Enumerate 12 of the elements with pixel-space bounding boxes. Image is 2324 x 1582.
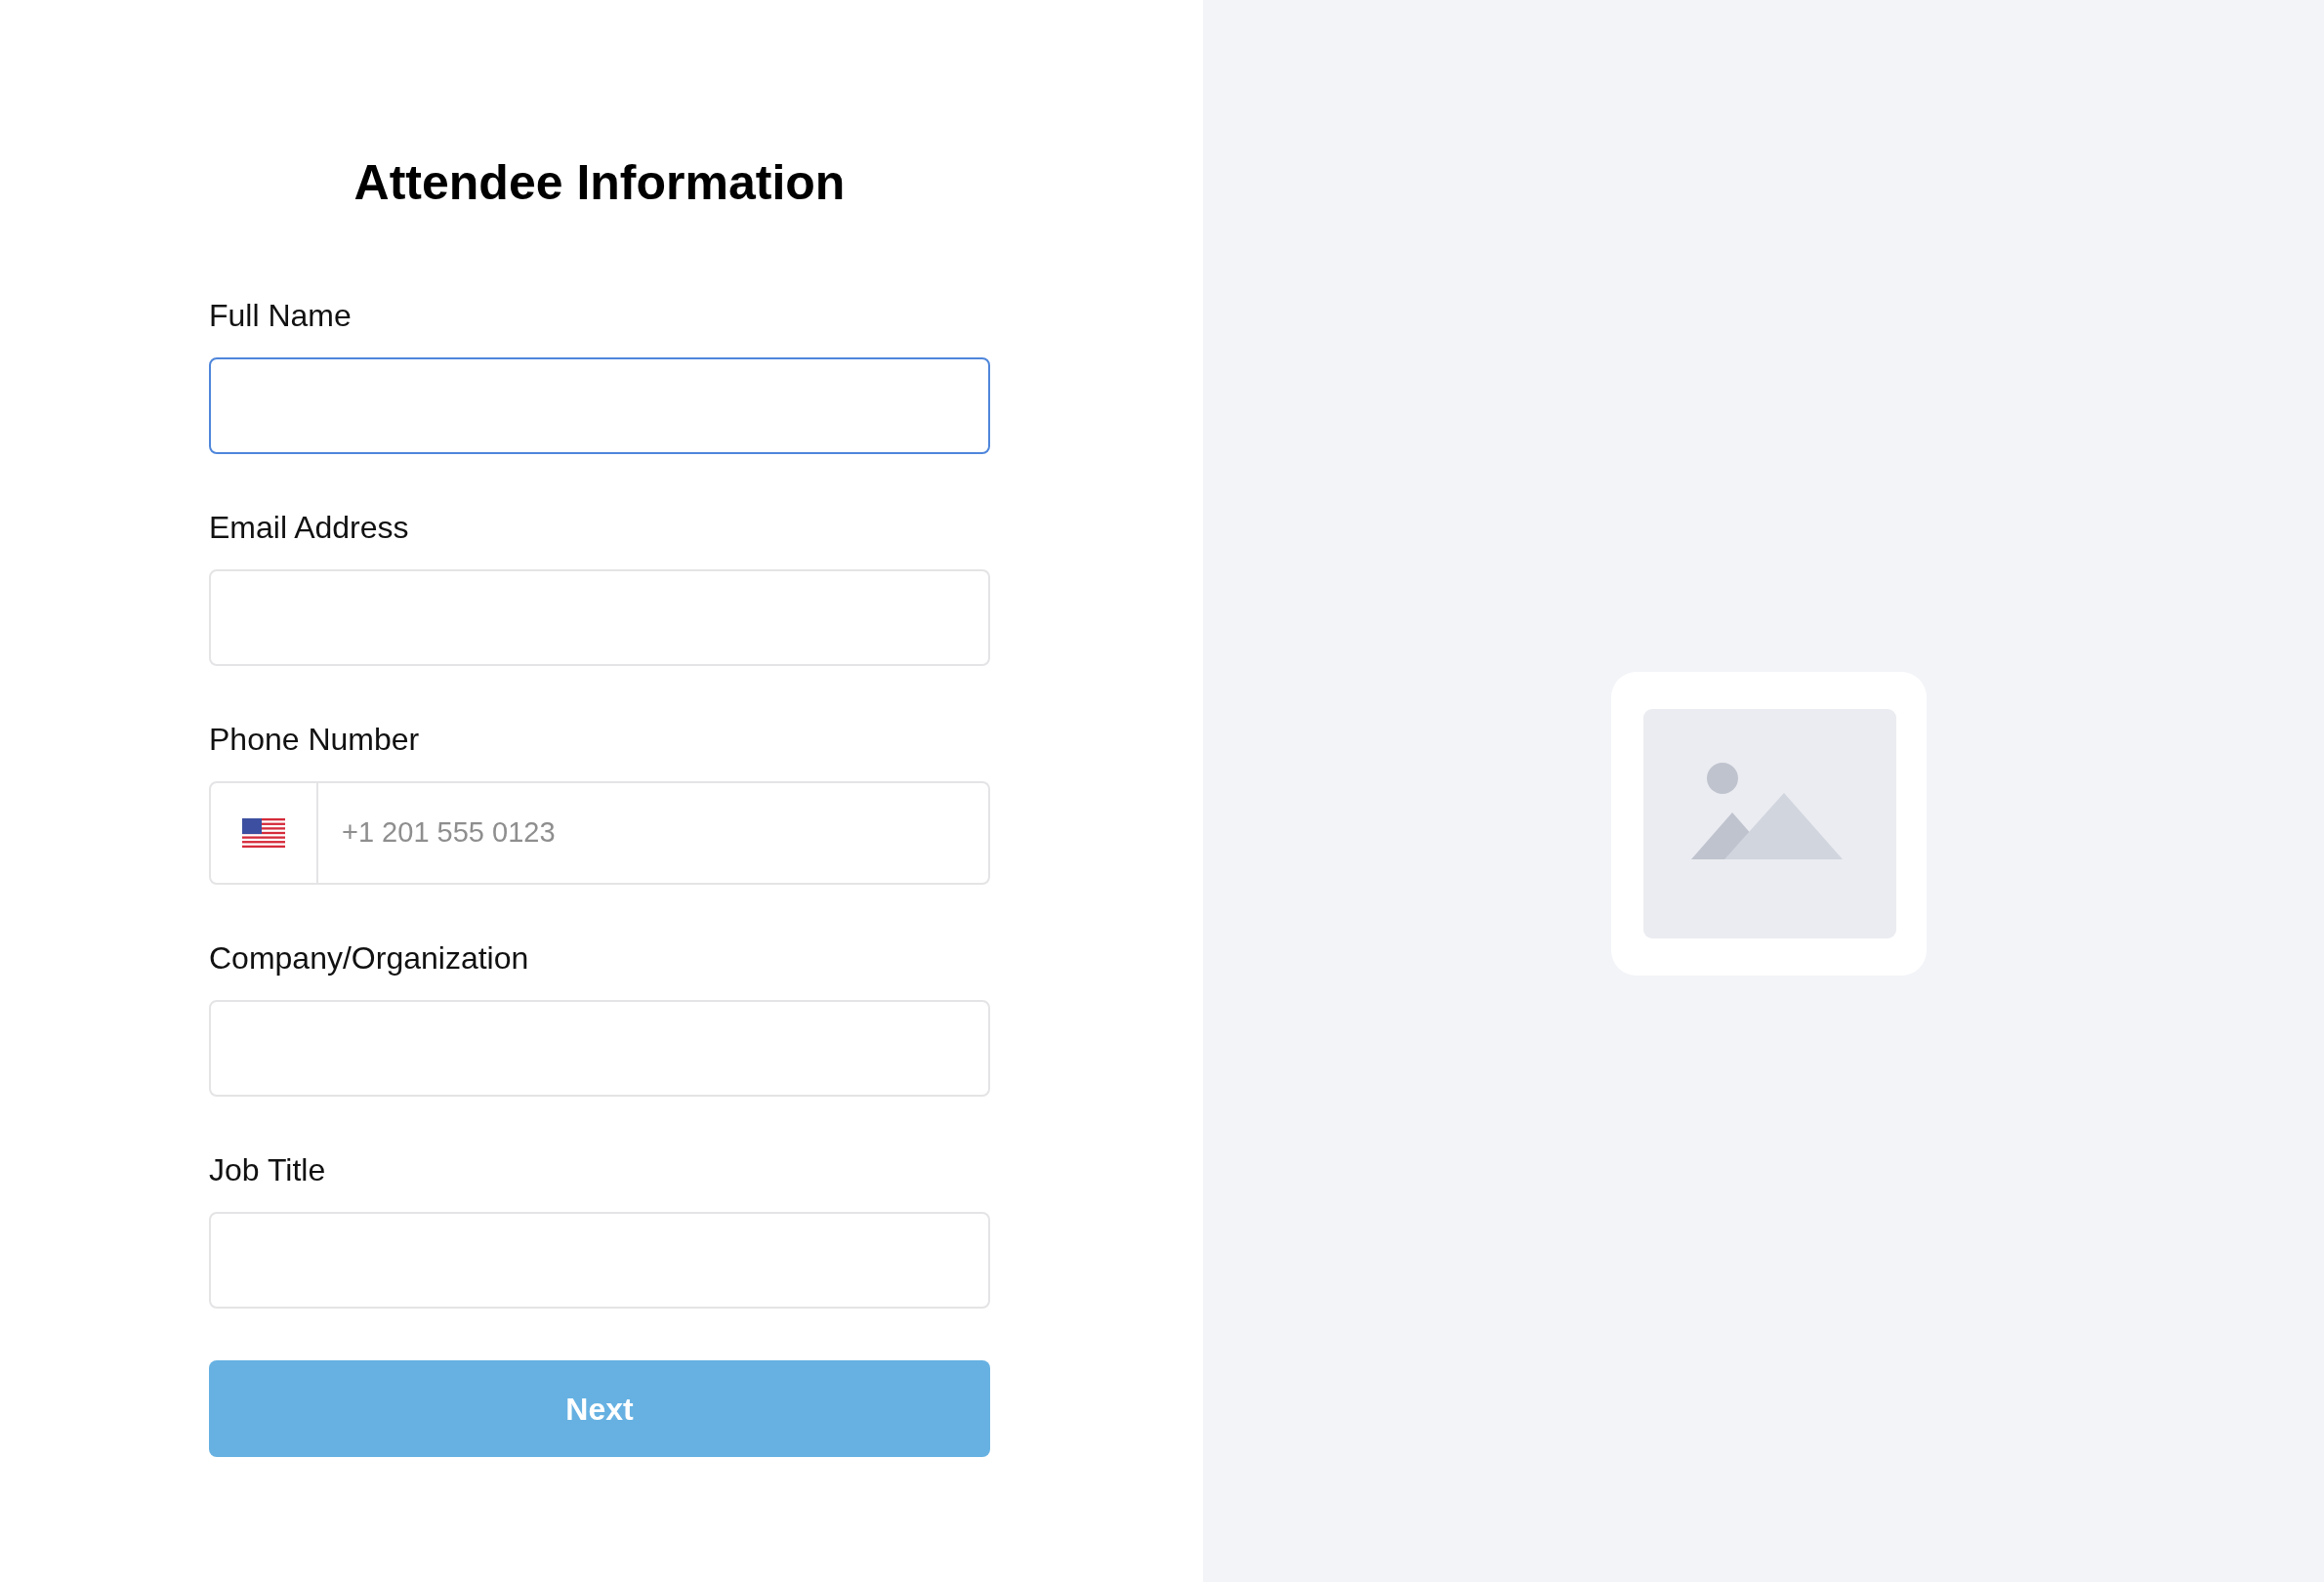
phone-input[interactable]: +1 201 555 0123	[318, 783, 988, 883]
flag-icon	[242, 818, 285, 848]
field-label: Phone Number	[209, 721, 421, 759]
field-label: Full Name	[209, 297, 353, 335]
image-placeholder-icon	[1610, 671, 1927, 976]
next-button[interactable]: Next	[209, 1360, 990, 1457]
text-input-field[interactable]	[209, 357, 990, 454]
phone-field[interactable]: +1 201 555 0123	[209, 781, 990, 885]
form-title: Attendee Information	[353, 155, 847, 210]
field-label: Email Address	[209, 509, 410, 547]
field-label: Job Title	[209, 1151, 327, 1189]
field-label: Company/Organization	[209, 939, 530, 978]
